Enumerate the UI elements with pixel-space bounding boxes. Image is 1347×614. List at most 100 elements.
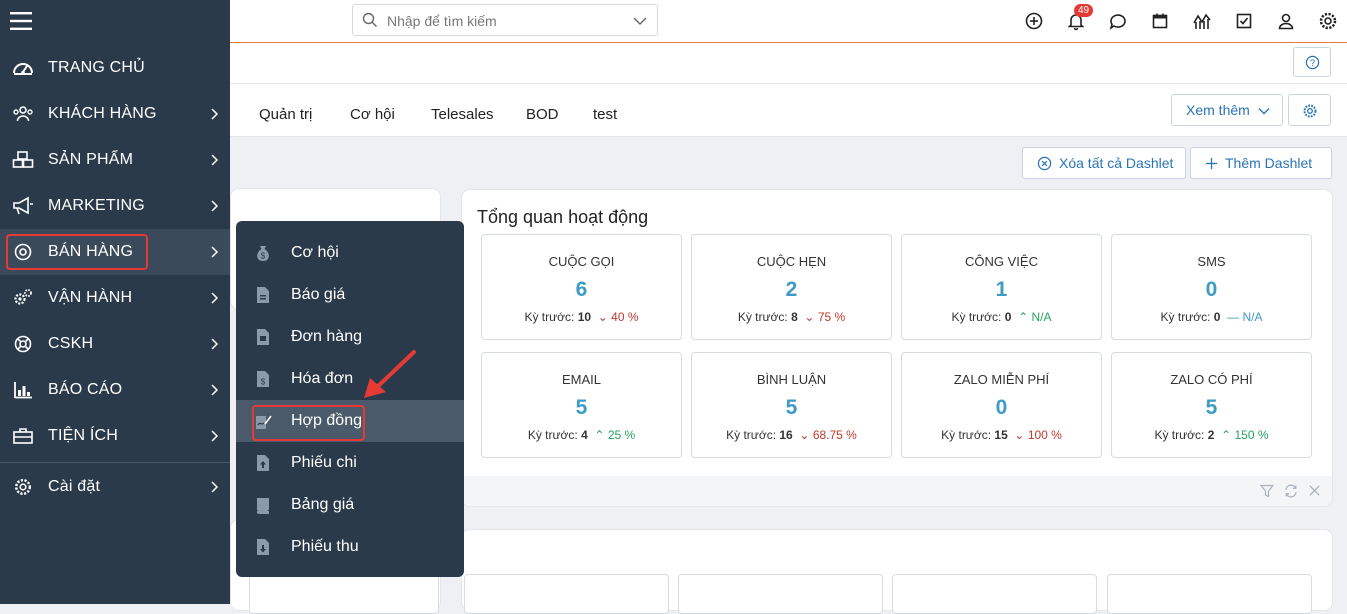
tab-co-hoi[interactable]: Cơ hội [350,106,395,123]
toolbox-icon [13,428,33,444]
stat-card-placeholder [892,574,1097,614]
stat-label: SMS [1197,254,1226,269]
gear-icon [1303,104,1317,118]
chevron-right-icon [211,200,219,212]
lifebuoy-icon [14,335,32,353]
sidebar-item-san-pham[interactable]: SẢN PHẨM [0,137,230,183]
submenu-item-phieu-thu[interactable]: Phiếu thu [236,526,464,568]
plus-icon [1205,157,1218,170]
chevron-right-icon [211,384,219,396]
add-circle-icon[interactable] [1024,11,1044,31]
tab-bod[interactable]: BOD [526,106,559,123]
annotation-arrow-icon [364,350,416,398]
sidebar-item-marketing[interactable]: MARKETING [0,183,230,229]
sidebar-item-van-hanh[interactable]: VẬN HÀNH [0,275,230,321]
svg-text:$: $ [261,252,266,261]
submenu-item-label: Bảng giá [291,496,355,513]
user-icon[interactable] [1276,11,1296,31]
submenu-item-phieu-chi[interactable]: Phiếu chi [236,442,464,484]
sidebar-item-bao-cao[interactable]: BÁO CÁO [0,367,230,413]
chevron-down-icon [1258,108,1270,115]
submenu-item-label: Cơ hội [291,244,339,261]
sidebar-item-label: KHÁCH HÀNG [48,105,157,122]
question-circle-icon: ? [1305,55,1320,70]
stat-card-email[interactable]: EMAIL 5 Kỳ trước: 4 ⌃ 25 % [481,352,682,458]
sidebar-item-label: BÁO CÁO [48,381,123,398]
sidebar-item-tien-ich[interactable]: TIỆN ÍCH [0,413,230,459]
boxes-icon [12,151,34,168]
stat-label: ZALO CÓ PHÍ [1170,372,1253,387]
sidebar-item-label: TRANG CHỦ [48,59,145,76]
chevron-right-icon [211,154,219,166]
add-dashlet-label: Thêm Dashlet [1225,155,1313,171]
tab-quan-tri[interactable]: Quản trị [259,106,312,123]
highlight-box [6,234,148,270]
sidebar-item-trang-chu[interactable]: TRANG CHỦ [0,45,230,91]
stat-value: 0 [995,396,1008,419]
stat-card-zalo-paid[interactable]: ZALO CÓ PHÍ 5 Kỳ trước: 2 ⌃ 150 % [1111,352,1312,458]
stat-value: 2 [785,278,798,301]
highlight-box [252,405,365,441]
stat-label: BÌNH LUẬN [756,372,827,387]
trend-down-icon: ⌄ [804,310,815,324]
stat-card-tasks[interactable]: CÔNG VIỆC 1 Kỳ trước: 0 ⌃ N/A [901,234,1102,340]
invoice-icon: $ [257,371,269,387]
stat-card-comments[interactable]: BÌNH LUẬN 5 Kỳ trước: 16 ⌄ 68.75 % [691,352,892,458]
chevron-down-icon[interactable] [633,14,647,28]
stat-card-meetings[interactable]: CUỘC HẸN 2 Kỳ trước: 8 ⌄ 75 % [691,234,892,340]
calendar-icon[interactable] [1150,11,1170,31]
chat-icon[interactable] [1108,11,1128,31]
trend-down-icon: ⌄ [799,428,810,442]
bar-chart-icon [14,382,32,399]
search-box[interactable] [352,4,658,36]
submenu-item-label: Phiếu thu [291,538,359,555]
submenu-item-don-hang[interactable]: Đơn hàng [236,316,464,358]
submenu-item-label: Phiếu chi [291,454,357,471]
stat-card-zalo-free[interactable]: ZALO MIỄN PHÍ 0 Kỳ trước: 15 ⌄ 100 % [901,352,1102,458]
refresh-icon[interactable] [1284,484,1298,498]
search-icon [362,12,377,27]
add-dashlet-button[interactable]: Thêm Dashlet [1190,147,1332,179]
stat-card-sms[interactable]: SMS 0 Kỳ trước: 0 — N/A [1111,234,1312,340]
stat-card-placeholder [1107,574,1312,614]
chevron-right-icon [211,246,219,258]
task-check-icon[interactable] [1234,11,1254,31]
tab-telesales[interactable]: Telesales [431,106,494,123]
filter-icon[interactable] [1260,484,1274,498]
trend-up-icon: ⌃ [1018,310,1029,324]
stat-previous: Kỳ trước: 0 ⌃ N/A [951,310,1052,324]
gear-icon[interactable] [1318,11,1338,31]
submenu-item-hoa-don[interactable]: $ Hóa đơn [236,358,464,400]
clear-all-dashlets-button[interactable]: Xóa tất cả Dashlet [1022,147,1186,179]
help-button[interactable]: ? [1293,47,1331,77]
search-input[interactable] [385,10,629,32]
chevron-right-icon [211,430,219,442]
sidebar-item-khach-hang[interactable]: KHÁCH HÀNG [0,91,230,137]
sidebar-item-settings[interactable]: Cài đặt [0,464,230,510]
submenu-item-co-hoi[interactable]: $ Cơ hội [236,232,464,274]
sidebar-item-cskh[interactable]: CSKH [0,321,230,367]
submenu-item-bao-gia[interactable]: Báo giá [236,274,464,316]
upload-doc-icon [257,455,269,471]
stat-card-placeholder [678,574,883,614]
document-icon [257,287,269,303]
stat-value: 5 [785,396,798,419]
tabs-settings-button[interactable] [1288,94,1331,126]
stat-value: 5 [1205,396,1218,419]
tab-test[interactable]: test [593,106,617,123]
trend-down-icon: ⌄ [1014,428,1025,442]
close-icon[interactable] [1308,484,1321,497]
more-tabs-button[interactable]: Xem thêm [1171,94,1283,126]
panel-footer [462,476,1332,506]
submenu-item-bang-gia[interactable]: Bảng giá [236,484,464,526]
chevron-right-icon [211,108,219,120]
panel-title: Tổng quan hoạt động [477,207,649,227]
stat-label: EMAIL [561,372,601,387]
analytics-icon[interactable] [1192,11,1212,31]
notification-badge: 49 [1074,4,1094,17]
sidebar-item-label: CSKH [48,335,94,352]
hamburger-menu-icon[interactable] [10,11,32,31]
gear-icon [14,478,32,496]
stat-card-calls[interactable]: CUỘC GỌI 6 Kỳ trước: 10 ⌄ 40 % [481,234,682,340]
stat-previous: Kỳ trước: 2 ⌃ 150 % [1154,428,1269,442]
